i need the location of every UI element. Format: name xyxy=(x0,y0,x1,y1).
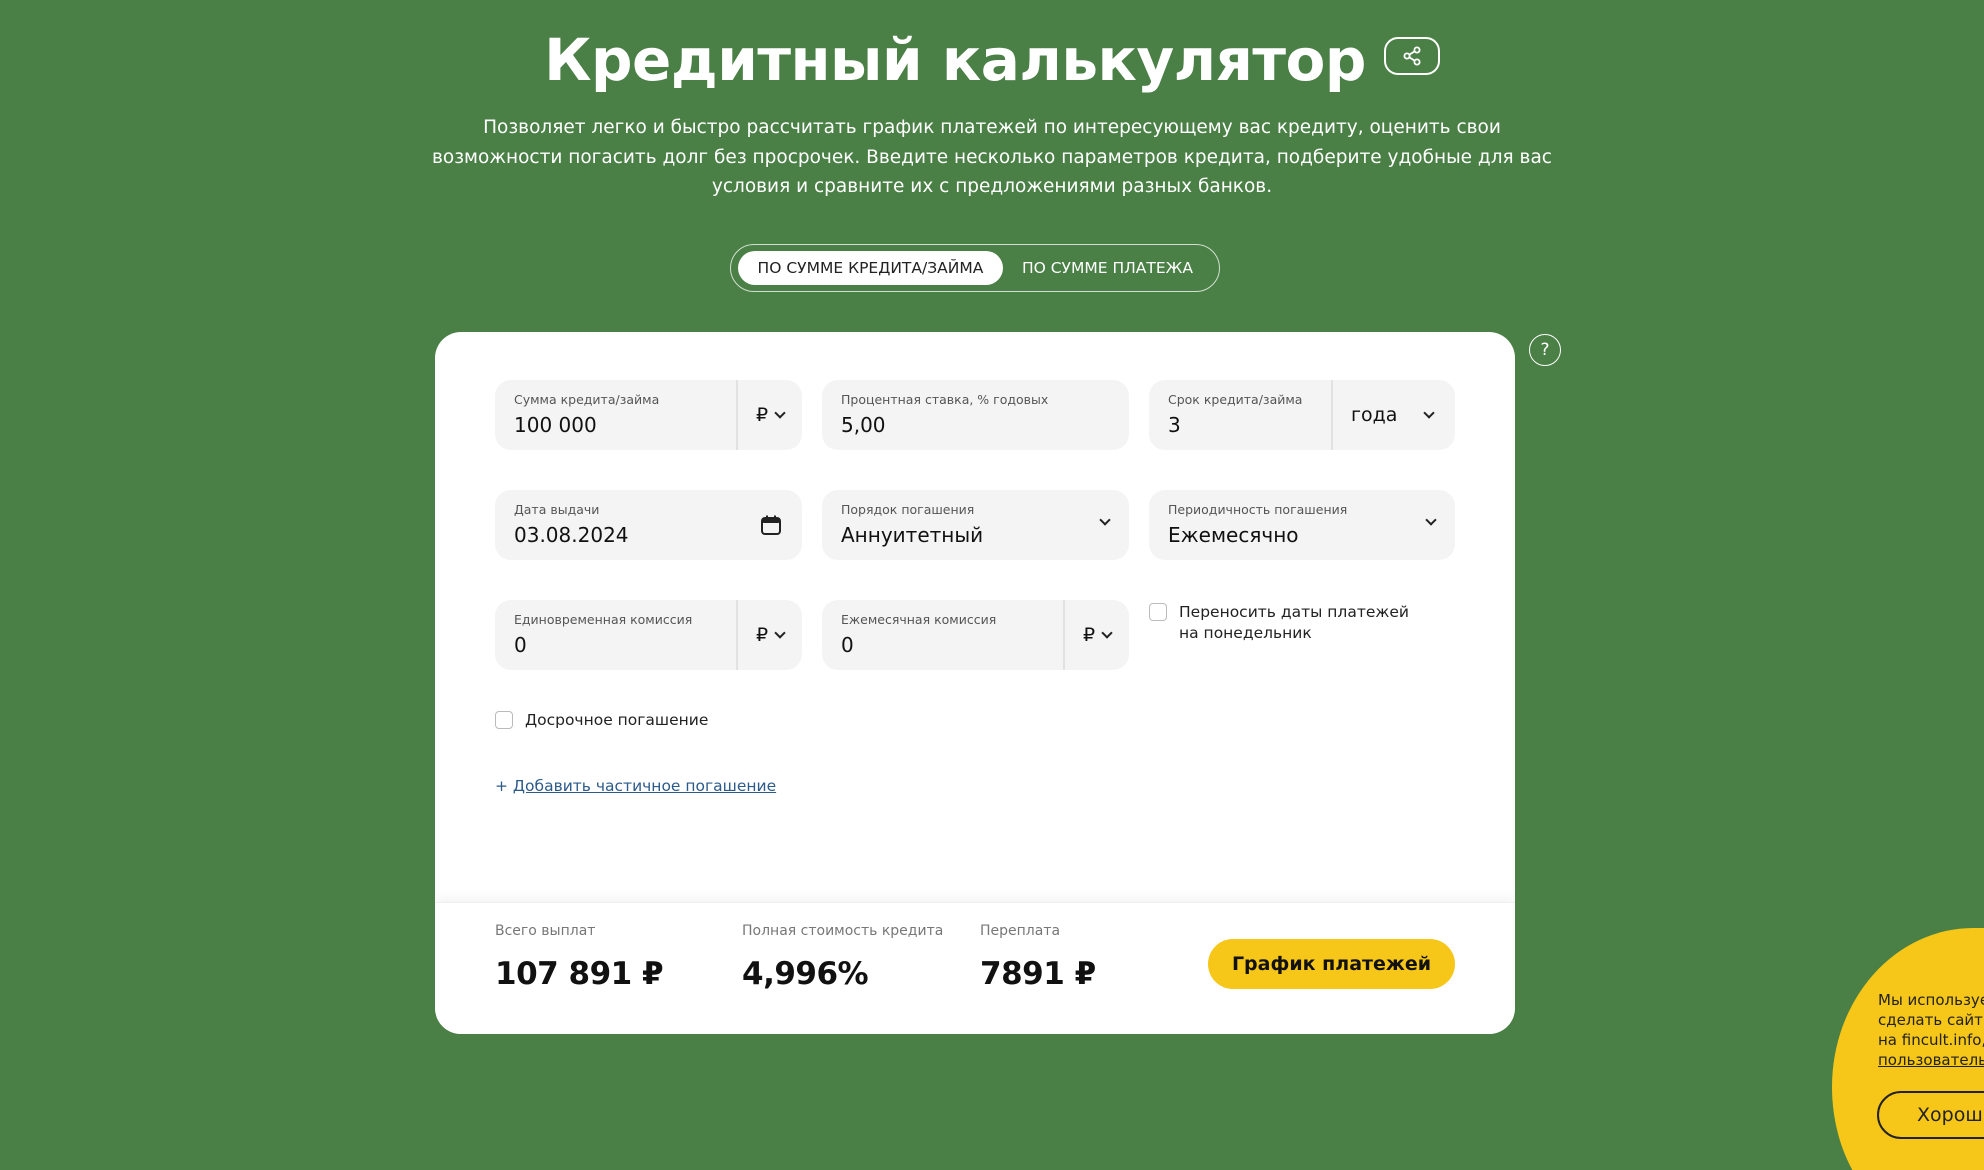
monthly-fee-value[interactable]: 0 xyxy=(841,633,854,657)
interest-rate-field[interactable]: Процентная ставка, % годовых 5,00 xyxy=(822,380,1129,450)
full-cost-value: 4,996% xyxy=(742,956,869,992)
tab-by-payment-amount[interactable]: По сумме платежа xyxy=(1003,251,1212,285)
move-to-monday-label: Переносить даты платежей на понедельник xyxy=(1179,603,1409,642)
issue-date-value[interactable]: 03.08.2024 xyxy=(514,523,629,547)
repayment-order-value: Аннуитетный xyxy=(841,523,984,547)
chevron-down-icon xyxy=(1425,514,1437,526)
currency-label: ₽ xyxy=(1082,624,1096,646)
one-time-fee-label: Единовременная комиссия xyxy=(514,612,693,627)
interest-rate-value[interactable]: 5,00 xyxy=(841,413,886,437)
term-unit-label: года xyxy=(1351,404,1398,426)
one-time-fee-field[interactable]: Единовременная комиссия 0 ₽ xyxy=(495,600,802,670)
overpayment: Переплата 7891 ₽ xyxy=(980,923,1096,992)
checkbox[interactable] xyxy=(1149,603,1167,621)
tab-by-loan-amount[interactable]: По сумме кредита/займа xyxy=(738,251,1003,285)
cookie-text: Мы используе сделать сайт л на fincult.i… xyxy=(1878,991,1984,1070)
full-cost-label: Полная стоимость кредита xyxy=(742,923,944,939)
loan-amount-value[interactable]: 100 000 xyxy=(514,413,597,437)
overpayment-value: 7891 ₽ xyxy=(980,956,1096,992)
checkbox[interactable] xyxy=(495,711,513,729)
repayment-frequency-select[interactable]: Периодичность погашения Ежемесячно xyxy=(1149,490,1455,560)
monthly-fee-label: Ежемесячная комиссия xyxy=(841,612,997,627)
calendar-icon[interactable] xyxy=(760,514,782,536)
chevron-down-icon xyxy=(1099,514,1111,526)
calculator-card: Сумма кредита/займа 100 000 ₽ Процентная… xyxy=(435,332,1515,1034)
repayment-order-label: Порядок погашения xyxy=(841,502,975,517)
overpayment-label: Переплата xyxy=(980,923,1061,939)
one-time-fee-currency-select[interactable]: ₽ xyxy=(736,600,802,670)
repayment-order-select[interactable]: Порядок погашения Аннуитетный xyxy=(822,490,1129,560)
loan-currency-select[interactable]: ₽ xyxy=(736,380,802,450)
total-payments-label: Всего выплат xyxy=(495,923,596,939)
full-cost: Полная стоимость кредита 4,996% xyxy=(742,923,943,992)
title-row: Кредитный калькулятор xyxy=(0,26,1984,94)
loan-amount-field[interactable]: Сумма кредита/займа 100 000 ₽ xyxy=(495,380,802,450)
interest-rate-label: Процентная ставка, % годовых xyxy=(841,392,1049,407)
chevron-down-icon xyxy=(774,627,786,639)
user-agreement-link[interactable]: пользовательс xyxy=(1878,1050,1984,1070)
one-time-fee-value[interactable]: 0 xyxy=(514,633,527,657)
payment-schedule-button[interactable]: График платежей xyxy=(1208,939,1455,989)
chevron-down-icon xyxy=(774,407,786,419)
cookie-accept-button[interactable]: Хорош xyxy=(1877,1091,1984,1139)
loan-term-value[interactable]: 3 xyxy=(1168,413,1181,437)
monthly-fee-currency-select[interactable]: ₽ xyxy=(1063,600,1129,670)
share-button[interactable] xyxy=(1383,37,1440,75)
add-partial-repayment-link[interactable]: + Добавить частичное погашение xyxy=(495,777,776,795)
page-title: Кредитный калькулятор xyxy=(544,26,1366,94)
repayment-frequency-value: Ежемесячно xyxy=(1168,523,1299,547)
monthly-fee-field[interactable]: Ежемесячная комиссия 0 ₽ xyxy=(822,600,1129,670)
help-icon[interactable]: ? xyxy=(1529,334,1561,366)
calc-mode-switch: По сумме кредита/займа По сумме платежа xyxy=(730,244,1220,292)
loan-term-field[interactable]: Срок кредита/займа 3 года xyxy=(1149,380,1455,450)
currency-label: ₽ xyxy=(755,624,769,646)
repayment-frequency-label: Периодичность погашения xyxy=(1168,502,1348,517)
total-payments-value: 107 891 ₽ xyxy=(495,956,664,992)
share-icon xyxy=(1403,46,1421,66)
move-to-monday-checkbox[interactable]: Переносить даты платежей на понедельник xyxy=(1149,602,1409,644)
summary-bar: Всего выплат 107 891 ₽ Полная стоимость … xyxy=(435,902,1515,1034)
early-repayment-label: Досрочное погашение xyxy=(525,711,709,729)
issue-date-field[interactable]: Дата выдачи 03.08.2024 xyxy=(495,490,802,560)
loan-amount-label: Сумма кредита/займа xyxy=(514,392,660,407)
loan-term-label: Срок кредита/займа xyxy=(1168,392,1303,407)
chevron-down-icon xyxy=(1423,407,1435,419)
page-description: Позволяет легко и быстро рассчитать граф… xyxy=(432,117,1552,197)
term-unit-select[interactable]: года xyxy=(1331,380,1455,450)
currency-label: ₽ xyxy=(755,404,769,426)
issue-date-label: Дата выдачи xyxy=(514,502,600,517)
total-payments: Всего выплат 107 891 ₽ xyxy=(495,923,664,992)
early-repayment-checkbox[interactable]: Досрочное погашение xyxy=(495,710,708,731)
chevron-down-icon xyxy=(1101,627,1113,639)
